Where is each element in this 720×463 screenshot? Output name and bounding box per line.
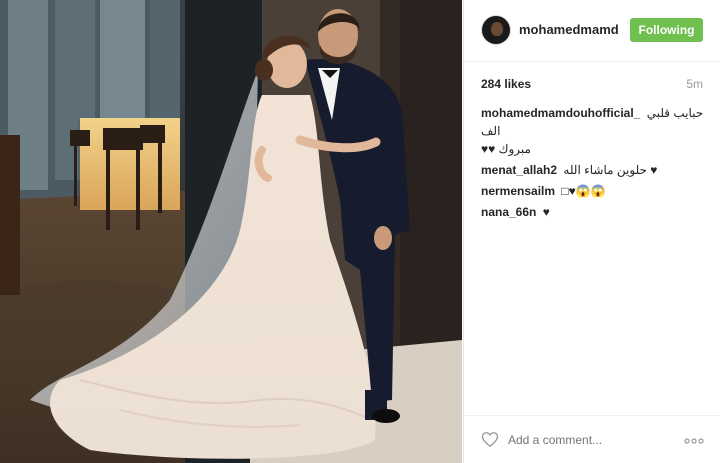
post-footer: [464, 415, 720, 463]
heart-icon[interactable]: [481, 431, 499, 448]
post-time[interactable]: 5m: [686, 77, 703, 91]
comment-item: mohamedmamdouhofficial_ حبايب قلبي الف م…: [481, 104, 706, 158]
username-link[interactable]: mohamedmamd...: [519, 22, 619, 37]
comment-username[interactable]: nana_66n: [481, 205, 536, 219]
avatar[interactable]: [481, 15, 511, 45]
comment-username[interactable]: nermensailm: [481, 184, 555, 198]
following-button[interactable]: Following: [630, 18, 703, 42]
comment-text: □♥😱😱: [561, 184, 606, 198]
wedding-photo-illustration: [0, 0, 462, 463]
comment-item: nana_66n ♥: [481, 203, 706, 221]
comment-text: حلوين ماشاء الله ♥: [563, 163, 658, 177]
post-side-panel: mohamedmamd... Following 284 likes 5m mo…: [463, 0, 720, 463]
comment-list: mohamedmamdouhofficial_ حبايب قلبي الف م…: [481, 104, 706, 224]
add-comment-input[interactable]: [508, 431, 668, 449]
post-header: mohamedmamd... Following: [464, 0, 720, 62]
comment-username[interactable]: menat_allah2: [481, 163, 557, 177]
comment-username[interactable]: mohamedmamdouhofficial_: [481, 106, 640, 120]
comment-text-continued: مبروك ♥♥: [481, 142, 531, 156]
likes-count[interactable]: 284 likes: [481, 77, 531, 91]
comment-text: ♥: [542, 205, 550, 219]
comment-item: nermensailm □♥😱😱: [481, 182, 706, 200]
post-photo[interactable]: [0, 0, 462, 463]
more-options-icon[interactable]: [684, 438, 704, 444]
comment-item: menat_allah2 حلوين ماشاء الله ♥: [481, 161, 706, 179]
